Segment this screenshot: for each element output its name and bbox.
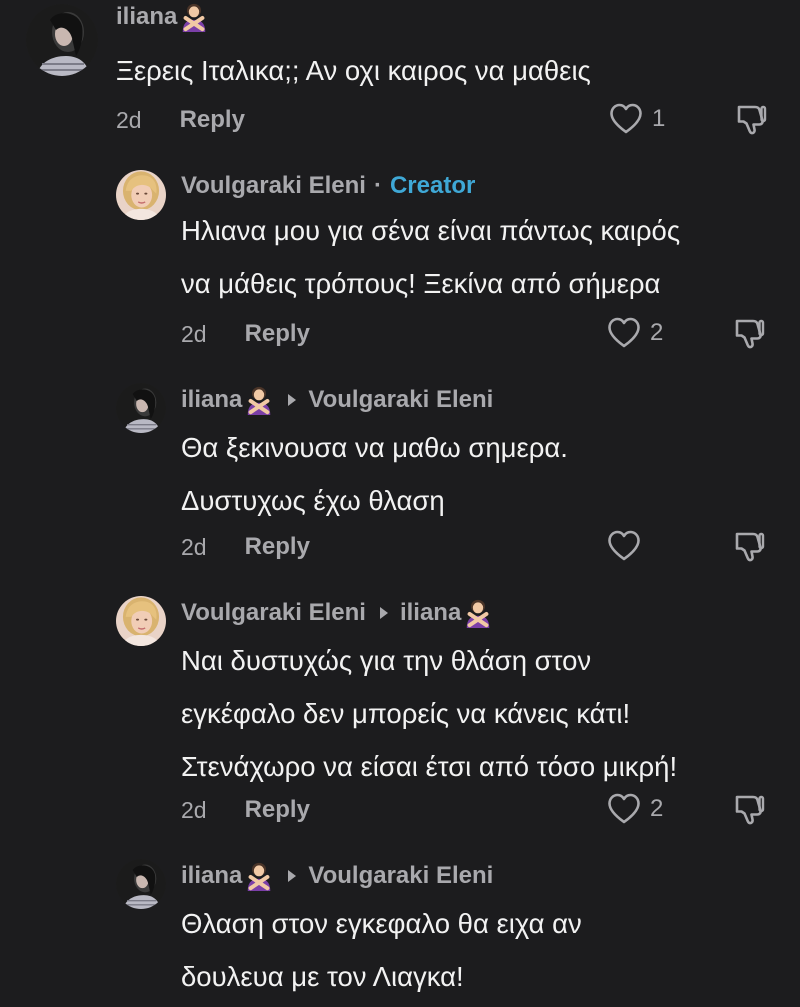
timestamp: 2d — [181, 796, 207, 823]
heart-outline-icon — [606, 529, 642, 563]
timestamp: 2d — [116, 106, 142, 133]
heart-outline-icon — [606, 316, 642, 350]
like-button[interactable]: 2 — [606, 792, 663, 826]
comment-header: iliana Voulgaraki Eleni — [181, 861, 493, 891]
thumbs-down-outline-icon — [732, 792, 766, 826]
comment-meta: 2d Reply — [181, 531, 310, 563]
comment-text-line: Ηλιανα μου για σένα είναι πάντως καιρός — [181, 215, 681, 246]
comment-text: Ηλιανα μου για σένα είναι πάντως καιρός … — [181, 204, 680, 310]
avatar[interactable] — [116, 596, 166, 646]
comment-0: iliana Ξερεις Ιταλικα;; Αν οχι καιρος να… — [0, 0, 800, 160]
comment-text-line: δουλευα με τον Λιαγκα! — [181, 961, 464, 992]
comment-header: iliana — [116, 2, 209, 32]
comment-meta: 2d Reply — [181, 318, 310, 350]
person-gesturing-no-emoji-icon — [463, 598, 493, 628]
thumbs-down-outline-icon — [734, 102, 768, 136]
comment-2: iliana Voulgaraki Eleni Θα ξεκινουσα να … — [0, 375, 800, 590]
username[interactable]: iliana — [116, 3, 177, 31]
avatar[interactable] — [116, 170, 166, 220]
reply-to-username[interactable]: Voulgaraki Eleni — [308, 386, 493, 414]
like-count: 1 — [652, 105, 666, 132]
comment-text-line: Δυστυχως έχω θλαση — [181, 485, 445, 516]
comment-header: iliana Voulgaraki Eleni — [181, 385, 493, 415]
comment-text: Θλαση στον εγκεφαλο θα ειχα αν δουλευα μ… — [181, 897, 582, 1003]
thumbs-down-outline-icon — [732, 316, 766, 350]
thumbs-down-outline-icon — [732, 529, 766, 563]
comment-header: Voulgaraki Eleni · Creator — [181, 172, 475, 200]
reply-to-username[interactable]: iliana — [400, 599, 461, 627]
reply-button[interactable]: Reply — [180, 106, 245, 134]
creator-badge: Creator — [389, 172, 476, 199]
comment-text-line: εγκέφαλο δεν μπορείς να κάνεις κάτι! — [181, 698, 631, 729]
comment-text-line: Ναι δυστυχώς για την θλάση στον — [181, 645, 592, 676]
comment-4: iliana Voulgaraki Eleni Θλαση στον εγκεφ… — [0, 855, 800, 1007]
like-button[interactable]: 2 — [606, 316, 663, 350]
dislike-button[interactable] — [732, 529, 766, 563]
comment-text-line: Θα ξεκινουσα να μαθω σημερα. — [181, 432, 568, 463]
dislike-button[interactable] — [734, 102, 768, 136]
separator-dot: · — [373, 172, 382, 199]
avatar[interactable] — [116, 383, 166, 433]
reply-to-username[interactable]: Voulgaraki Eleni — [308, 862, 493, 890]
comment-text: Ξερεις Ιταλικα;; Αν οχι καιρος να μαθεις — [116, 44, 591, 97]
comment-meta: 2d Reply — [116, 104, 245, 136]
username[interactable]: iliana — [181, 386, 242, 414]
triangle-right-icon — [288, 394, 297, 406]
dislike-button[interactable] — [732, 792, 766, 826]
username[interactable]: Voulgaraki Eleni — [181, 172, 366, 200]
comment-text: Θα ξεκινουσα να μαθω σημερα. Δυστυχως έχ… — [181, 421, 568, 527]
person-gesturing-no-emoji-icon — [244, 861, 274, 891]
username[interactable]: iliana — [181, 862, 242, 890]
heart-outline-icon — [606, 792, 642, 826]
comment-1: Voulgaraki Eleni · Creator Ηλιανα μου γι… — [0, 160, 800, 375]
heart-outline-icon — [608, 102, 644, 136]
comment-meta: 2d Reply — [181, 794, 310, 826]
avatar[interactable] — [116, 859, 166, 909]
comment-header: Voulgaraki Eleni iliana — [181, 598, 493, 628]
comment-text-line: Στενάχωρο να είσαι έτσι από τόσο μικρή! — [181, 751, 678, 782]
comment-text-line: Θλαση στον εγκεφαλο θα ειχα αν — [181, 908, 582, 939]
like-button[interactable] — [606, 529, 650, 563]
triangle-right-icon — [379, 607, 388, 619]
comment-3: Voulgaraki Eleni iliana Ναι δυστυχώς για… — [0, 590, 800, 855]
comment-text-line: Ξερεις Ιταλικα;; Αν οχι καιρος να μαθεις — [116, 55, 591, 86]
comment-text: Ναι δυστυχώς για την θλάση στον εγκέφαλο… — [181, 634, 677, 793]
reply-button[interactable]: Reply — [245, 320, 310, 348]
username[interactable]: Voulgaraki Eleni — [181, 599, 366, 627]
comment-text-line: να μάθεις τρόπους! Ξεκίνα από σήμερα — [181, 268, 661, 299]
reply-button[interactable]: Reply — [245, 533, 310, 561]
person-gesturing-no-emoji-icon — [244, 385, 274, 415]
like-count: 2 — [650, 795, 664, 822]
person-gesturing-no-emoji-icon — [179, 2, 209, 32]
like-count: 2 — [650, 319, 664, 346]
dislike-button[interactable] — [732, 316, 766, 350]
triangle-right-icon — [288, 870, 297, 882]
avatar[interactable] — [26, 4, 98, 76]
timestamp: 2d — [181, 320, 207, 347]
like-button[interactable]: 1 — [608, 102, 665, 136]
timestamp: 2d — [181, 533, 207, 560]
reply-button[interactable]: Reply — [245, 796, 310, 824]
